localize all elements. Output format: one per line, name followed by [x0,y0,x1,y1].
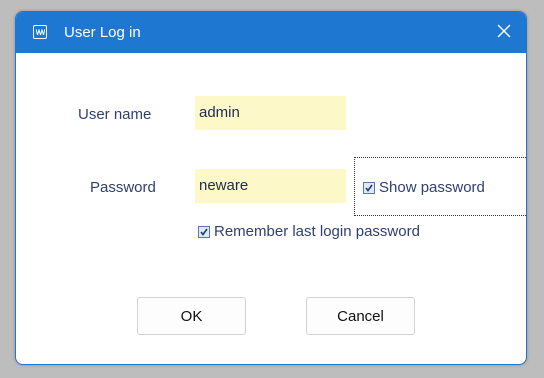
username-label: User name [78,106,152,123]
checkbox-checked-icon [363,181,375,194]
app-logo-icon [33,25,47,39]
close-button[interactable] [492,21,516,45]
checkbox-checked-icon [198,225,210,238]
window-title: User Log in [64,24,141,41]
show-password-checkbox[interactable]: Show password [363,179,485,196]
cancel-button[interactable]: Cancel [306,297,415,335]
ok-button[interactable]: OK [137,297,246,335]
login-dialog: User Log in User name admin Password new… [15,11,527,365]
show-password-label: Show password [379,179,485,196]
password-field[interactable]: neware [195,169,346,203]
username-field[interactable]: admin [195,96,346,130]
password-label: Password [90,179,156,196]
title-bar: User Log in [16,12,526,53]
remember-password-checkbox[interactable]: Remember last login password [198,223,420,240]
close-icon [497,24,511,43]
remember-password-label: Remember last login password [214,223,420,240]
